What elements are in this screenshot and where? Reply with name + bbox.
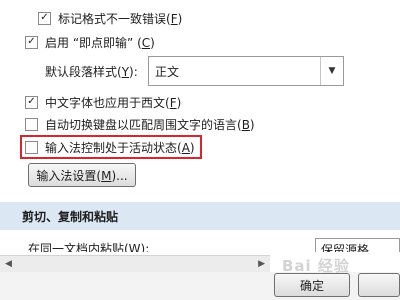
ime-settings-button[interactable]: 输入法设置(M)... [28,163,136,187]
mark-format-label: 标记格式不一致错误(F) [58,11,183,26]
default-style-dropdown[interactable]: 正文 ▼ [148,56,344,86]
default-style-row: 默认段落样式(Y): [45,61,138,81]
mark-format-option[interactable]: 标记格式不一致错误(F) [38,8,182,28]
mark-format-checkbox[interactable] [38,11,51,25]
section-title: 剪切、复制和粘贴 [22,209,119,224]
auto-keyboard-checkbox[interactable] [25,117,38,131]
ime-settings-label: 输入法设置(M)... [36,168,128,183]
click-and-type-checkbox[interactable] [25,35,38,49]
ime-control-label: 输入法控制处于活动状态(A) [45,140,195,155]
auto-keyboard-option[interactable]: 自动切换键盘以匹配周围文字的语言(B) [25,114,255,134]
click-and-type-option[interactable]: 启用 “即点即输” (C) [25,32,155,52]
east-asian-font-label: 中文字体也应用于西文(F) [45,95,182,110]
default-style-label: 默认段落样式(Y): [45,64,138,79]
auto-keyboard-label: 自动切换键盘以匹配周围文字的语言(B) [45,117,255,132]
cut-copy-paste-header: 剪切、复制和粘贴 [0,202,400,230]
chevron-down-icon[interactable]: ▼ [320,57,343,85]
ok-button[interactable]: 确定 [274,273,350,297]
east-asian-font-checkbox[interactable] [25,95,38,109]
horizontal-scrollbar[interactable]: ◀ ▶ [0,255,270,273]
ok-label: 确定 [299,278,324,293]
default-style-value: 正文 [155,64,180,79]
scroll-right-icon[interactable]: ▶ [258,259,265,269]
keep-source-dropdown[interactable]: 保留源格 [315,238,400,252]
cancel-button[interactable] [358,273,400,297]
scroll-left-icon[interactable]: ◀ [5,259,12,269]
ime-control-option[interactable]: 输入法控制处于活动状态(A) [25,137,195,157]
east-asian-font-option[interactable]: 中文字体也应用于西文(F) [25,92,181,112]
click-and-type-label: 启用 “即点即输” (C) [45,35,155,50]
watermark-logo: Bai 经验 [282,257,350,275]
paste-within-doc-label: 在同一文档内粘贴(W): [28,242,150,252]
ime-control-checkbox[interactable] [25,140,38,154]
